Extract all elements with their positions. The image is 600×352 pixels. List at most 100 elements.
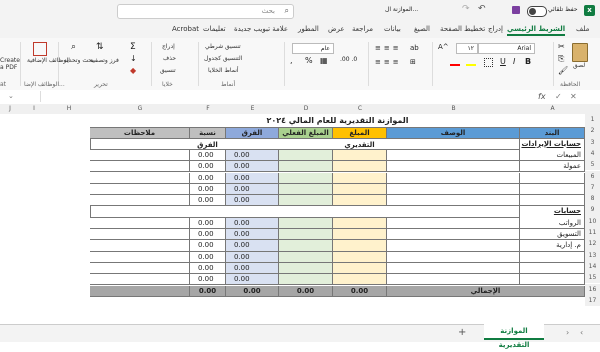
sort-filter-icon[interactable]: ⇅	[96, 42, 104, 52]
row-header[interactable]: 2	[585, 125, 600, 137]
row-header[interactable]: 10	[585, 215, 600, 227]
cell-d[interactable]	[279, 229, 333, 241]
cell-d[interactable]	[279, 183, 333, 196]
cell-a[interactable]	[520, 195, 585, 207]
cell-a[interactable]: المبيعات	[520, 149, 585, 162]
cell-g[interactable]	[90, 172, 190, 184]
cell-a[interactable]	[520, 274, 585, 286]
cell-d[interactable]	[279, 262, 333, 275]
undo-icon[interactable]: ↶	[478, 4, 486, 14]
cell-a[interactable]	[520, 251, 585, 263]
cell-f[interactable]: 0.00	[190, 240, 226, 252]
cell-f[interactable]: 0.00	[190, 195, 226, 207]
cell-d[interactable]	[279, 274, 333, 286]
cell-c[interactable]	[333, 161, 387, 173]
format-as-table-button[interactable]: التنسيق كجدول	[204, 55, 242, 62]
tab-data[interactable]: بيانات	[384, 25, 401, 33]
row-header[interactable]: 9	[585, 204, 600, 216]
row-header[interactable]: 17	[585, 294, 600, 307]
cell-g[interactable]	[90, 161, 190, 173]
bold-icon[interactable]: B	[525, 57, 531, 66]
tab-new[interactable]: علامة تبويب جديدة	[234, 25, 288, 33]
cell-c[interactable]	[333, 149, 387, 162]
cell-g[interactable]	[90, 251, 190, 263]
paste-icon[interactable]	[572, 43, 588, 62]
addins-icon[interactable]	[33, 42, 47, 56]
fx-icon[interactable]: fx	[538, 92, 546, 101]
cell-d[interactable]	[279, 195, 333, 207]
align-bottom-icons[interactable]: ≡≡≡	[375, 58, 402, 66]
cell-b[interactable]	[387, 274, 520, 286]
font-color-icon[interactable]	[450, 64, 460, 66]
row-header[interactable]: 12	[585, 238, 600, 250]
cell-g[interactable]	[90, 262, 190, 275]
delete-button[interactable]: حذف	[163, 55, 176, 62]
paste-button[interactable]: لصق	[573, 62, 585, 69]
cell-e[interactable]: 0.00	[226, 251, 279, 263]
cell-c[interactable]	[333, 229, 387, 241]
cell-c[interactable]	[333, 240, 387, 252]
cell-d[interactable]	[279, 251, 333, 263]
formula-input[interactable]	[40, 91, 531, 102]
worksheet-grid[interactable]: 1 2 3 4 5 6 7 8 9 10 11 12 13 14 15 16 17 الموازنة التقدي…	[0, 114, 600, 308]
clear-icon[interactable]: ◆	[130, 66, 136, 75]
column-header-a[interactable]: A	[520, 105, 585, 112]
scroll-left-icon[interactable]: ‹	[580, 328, 583, 337]
column-header-h[interactable]: H	[48, 105, 90, 112]
cell-a[interactable]: التسويق	[520, 229, 585, 241]
cell-d[interactable]	[279, 217, 333, 229]
borders-icon[interactable]	[484, 58, 493, 67]
cell-e[interactable]: 0.00	[226, 161, 279, 173]
cell-e[interactable]: 0.00	[226, 229, 279, 241]
cell-d[interactable]	[279, 161, 333, 173]
search-input[interactable]: بحث ⌕	[117, 4, 294, 19]
cell-g[interactable]	[90, 240, 190, 252]
cell-c[interactable]	[333, 274, 387, 286]
cell-f[interactable]: 0.00	[190, 172, 226, 184]
row-header[interactable]: 15	[585, 272, 600, 284]
cell-e[interactable]: 0.00	[226, 240, 279, 252]
expand-icon[interactable]: ⌄	[8, 92, 14, 100]
column-header-c[interactable]: C	[333, 105, 387, 112]
merge-icon[interactable]: ⊞	[410, 58, 416, 66]
tab-insert[interactable]: إدراج	[488, 25, 503, 33]
tab-page-layout[interactable]: تخطيط الصفحة	[440, 25, 485, 33]
cut-icon[interactable]: ✂	[558, 42, 565, 51]
row-header[interactable]: 13	[585, 249, 600, 261]
cell-c[interactable]	[333, 217, 387, 229]
tab-review[interactable]: مراجعة	[352, 25, 373, 33]
tab-developer[interactable]: المطور	[298, 25, 319, 33]
column-header-d[interactable]: D	[279, 105, 333, 112]
cell-b[interactable]	[387, 240, 520, 252]
fill-color-icon[interactable]	[466, 64, 476, 66]
cell-b[interactable]	[387, 262, 520, 275]
cell-b[interactable]	[387, 195, 520, 207]
format-button[interactable]: تنسيق	[160, 67, 176, 74]
row-header[interactable]: 16	[585, 283, 600, 295]
comma-icon[interactable]: ,	[290, 56, 293, 65]
number-format-select[interactable]: عام	[292, 43, 334, 54]
column-header-f[interactable]: F	[190, 105, 226, 112]
cell-a[interactable]: الرواتب	[520, 217, 585, 229]
save-icon[interactable]	[512, 6, 520, 14]
enter-icon[interactable]: ✓	[555, 92, 562, 101]
conditional-format-button[interactable]: تنسيق شرطي	[205, 43, 241, 50]
scroll-right-icon[interactable]: ›	[566, 328, 569, 337]
column-header-j[interactable]: J	[0, 105, 20, 112]
cell-d[interactable]	[279, 172, 333, 184]
cell-styles-button[interactable]: أنماط الخلايا	[208, 67, 239, 74]
cell-a[interactable]: عمولة	[520, 161, 585, 173]
wrap-icon[interactable]: ab	[410, 44, 419, 52]
cell-b[interactable]	[387, 229, 520, 241]
tab-formulas[interactable]: الصيغ	[414, 25, 430, 33]
cell-e[interactable]: 0.00	[226, 274, 279, 286]
sheet-tab-budget[interactable]: الموازنة التقديرية	[484, 324, 544, 349]
cell-c[interactable]	[333, 172, 387, 184]
italic-icon[interactable]: I	[513, 57, 515, 66]
row-header[interactable]: 1	[585, 114, 600, 126]
cancel-icon[interactable]: ✕	[570, 92, 577, 101]
font-size-select[interactable]: ١٢	[456, 43, 478, 54]
cell-f[interactable]: 0.00	[190, 274, 226, 286]
addins-button[interactable]: الوظائف الإضافية	[27, 57, 70, 64]
cell-b[interactable]	[387, 161, 520, 173]
